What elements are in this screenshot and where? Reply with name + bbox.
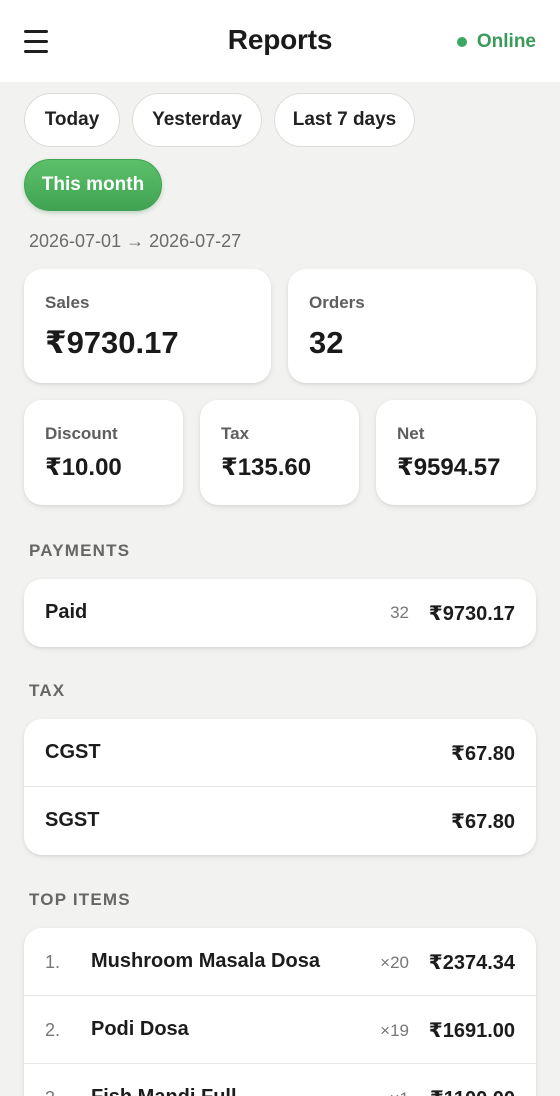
discount-card: Discount ₹10.00 [24,400,183,505]
payment-row[interactable]: Paid 32 ₹9730.17 [24,579,536,647]
item-name: Fish Mandi Full [91,1086,237,1096]
net-label: Net [397,424,425,443]
top-item-row[interactable]: 1. Mushroom Masala Dosa ×20 ₹2374.34 [24,928,536,996]
item-quantity: ×1 [390,1089,409,1096]
tax-label: Tax [221,424,250,443]
tax-row: SGST ₹67.80 [24,787,536,855]
tax-amount: ₹67.80 [451,743,515,765]
payments-section-title: PAYMENTS [29,541,131,560]
item-quantity: ×20 [380,953,409,972]
item-name: Podi Dosa [91,1018,189,1040]
orders-value: 32 [309,325,344,360]
reports-screen: Reports Online Today Yesterday Last 7 da… [0,0,560,1096]
tax-card: Tax ₹135.60 [200,400,359,505]
tax-row: CGST ₹67.80 [24,719,536,787]
online-dot-icon [456,37,467,47]
item-rank: 2. [45,1020,61,1040]
item-name: Mushroom Masala Dosa [91,950,320,972]
tax-amount: ₹67.80 [451,811,515,833]
range-chip-this-month[interactable]: This month [24,159,162,211]
item-amount: ₹2374.34 [428,952,515,974]
app-header: Reports Online [0,0,560,82]
range-chip-today[interactable]: Today [24,93,120,147]
orders-card: Orders 32 [288,269,536,383]
top-item-row[interactable]: 3. Fish Mandi Full ×1 ₹1100.00 [24,1064,536,1096]
top-items-section-title: TOP ITEMS [29,890,131,909]
sales-value: ₹9730.17 [45,325,179,360]
payment-amount: ₹9730.17 [428,603,515,625]
tax-section-title: TAX [29,681,66,700]
item-amount: ₹1691.00 [428,1020,515,1042]
connection-status: Online [456,31,536,53]
tax-name: CGST [45,741,101,763]
discount-value: ₹10.00 [45,454,122,481]
payment-method-label: Paid [45,601,88,623]
sales-card: Sales ₹9730.17 [24,269,271,383]
range-chip-last-7-days[interactable]: Last 7 days [274,93,415,147]
net-card: Net ₹9594.57 [376,400,536,505]
item-rank: 3. [45,1088,60,1096]
tax-breakdown-card: CGST ₹67.80 SGST ₹67.80 [24,719,536,855]
orders-label: Orders [309,293,365,312]
discount-label: Discount [45,424,118,443]
date-range-text: 2026-07-01 → 2026-07-27 [29,231,242,251]
item-quantity: ×19 [380,1021,409,1040]
item-amount: ₹1100.00 [430,1086,515,1096]
payment-count: 32 [390,603,409,622]
item-rank: 1. [45,952,61,972]
status-text: Online [476,31,536,52]
tax-value: ₹135.60 [221,454,312,481]
top-item-row[interactable]: 2. Podi Dosa ×19 ₹1691.00 [24,996,536,1064]
sales-label: Sales [45,293,90,312]
net-value: ₹9594.57 [397,454,501,481]
payments-card: Paid 32 ₹9730.17 [24,579,536,647]
top-items-card: 1. Mushroom Masala Dosa ×20 ₹2374.34 2. … [24,928,536,1096]
range-chip-yesterday[interactable]: Yesterday [132,93,262,147]
tax-name: SGST [45,809,100,831]
